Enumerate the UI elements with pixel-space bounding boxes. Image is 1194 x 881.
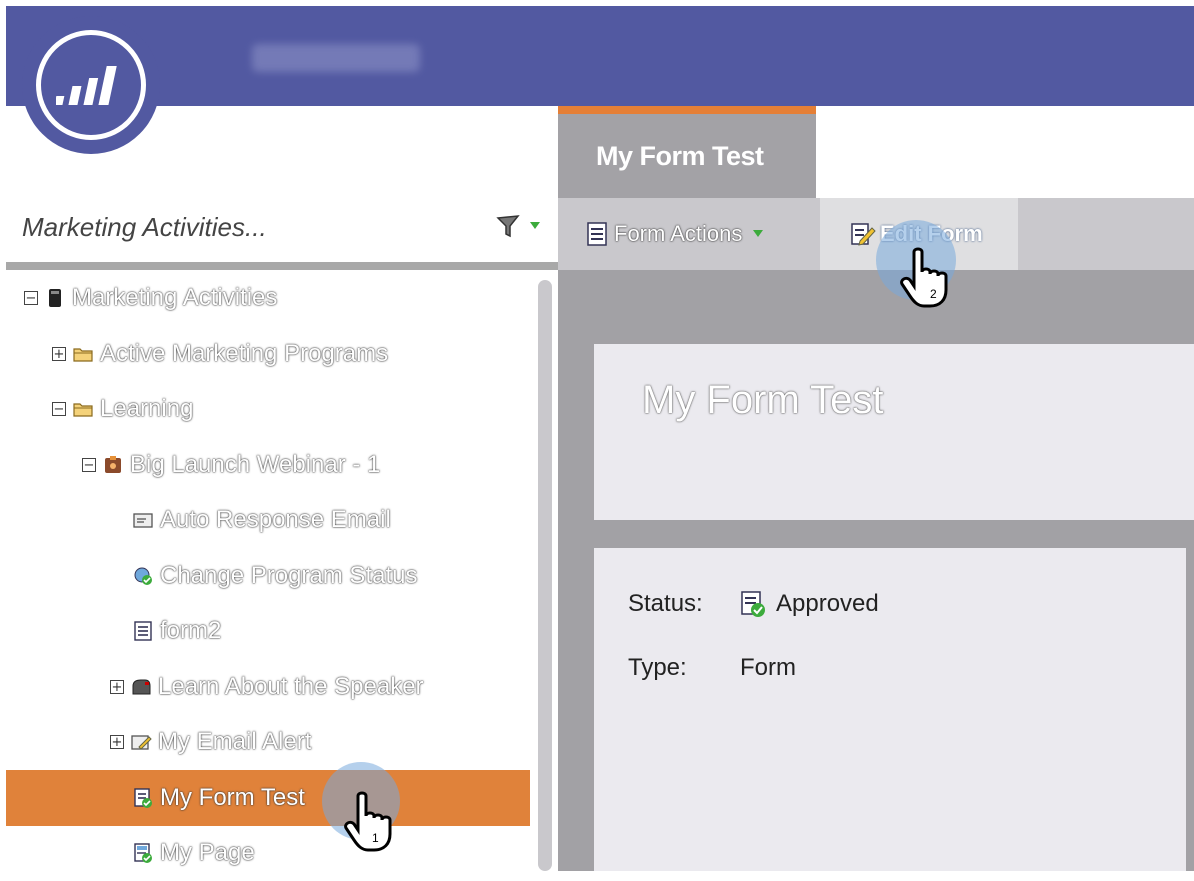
email-alert-icon [130,731,152,753]
tree-item[interactable]: − Marketing Activities [6,270,530,326]
tab-label: My Form Test [596,140,764,171]
tree-item[interactable]: − Big Launch Webinar - 1 [6,437,530,493]
folder-icon [72,343,94,365]
email-icon [132,509,154,531]
top-banner [6,6,1194,106]
form-icon [587,222,607,246]
tree-item[interactable]: My Page [6,825,530,881]
approved-form-icon [132,787,154,809]
logo-ring [36,30,146,140]
tree-item[interactable]: Auto Response Email [6,492,530,548]
hand-pointer-icon: 1 [344,791,392,852]
hand-pointer-icon: 2 [900,247,948,308]
tree-item-label: My Page [160,839,255,866]
tree-item-label: Change Program Status [160,561,418,589]
landing-page-icon [132,842,154,864]
page-title: My Form Test [642,378,884,422]
mailbox-icon [130,676,152,698]
activity-tree: − Marketing Activities + Active Marketing P… [6,270,536,871]
tree-item-label: Big Launch Webinar - 1 [130,450,381,478]
folder-icon [72,398,94,420]
form-actions-button[interactable]: Form Actions [586,198,768,270]
sidebar-title[interactable]: Marketing Activities... [22,212,267,243]
bar-chart-logo-icon [56,66,117,105]
collapse-toggle[interactable]: − [52,402,66,416]
funnel-icon [496,215,540,238]
approved-form-icon [741,591,765,617]
status-label: Status: [628,590,703,617]
expand-toggle[interactable]: + [52,346,66,361]
tree-item-label: My Form Test [160,783,305,811]
tree-item-label: Learn About the Speaker [158,672,424,700]
form-icon [132,620,154,642]
tree-item-label: form2 [160,617,222,644]
collapse-toggle[interactable]: − [82,457,96,472]
tree-item[interactable]: + Learn About the Speaker [6,659,530,715]
tree-item[interactable]: + My Email Alert [6,714,530,770]
collapse-toggle[interactable]: − [24,291,38,305]
database-icon [44,287,66,309]
marketo-logo[interactable] [22,16,160,154]
status-icon [132,565,154,587]
edit-form-icon [851,223,876,246]
sidebar-divider [6,262,558,270]
tree-item[interactable]: − Learning [6,381,530,437]
type-label: Type: [628,654,687,681]
tree-item-label: Marketing Activities [72,284,278,311]
form-actions-label: Form Actions [614,221,743,246]
tree-item[interactable]: My Form Test [6,769,530,826]
tree-item[interactable]: form2 [6,603,530,659]
chevron-down-icon [753,230,764,237]
tree-item-label: Auto Response Email [160,506,391,533]
cursor-step-1: 1 [372,831,379,845]
tree-item-label: Active Marketing Programs [100,339,389,367]
tab-my-form-test[interactable]: My Form Test [558,106,816,198]
expand-toggle[interactable]: + [110,735,124,749]
webinar-program-icon [102,454,124,476]
blurred-account-name [252,44,420,72]
title-card [594,344,1194,520]
tree-scrollbar-thumb[interactable] [538,280,552,871]
tree-item[interactable]: + Active Marketing Programs [6,326,530,382]
type-value: Form [740,654,796,681]
tree-item[interactable]: Change Program Status [6,548,530,604]
status-value: Approved [740,590,879,618]
tree-item-label: My Email Alert [158,728,312,755]
filter-menu[interactable] [496,212,544,247]
tree-item-label: Learning [100,395,194,422]
status-value-text: Approved [776,590,879,617]
cursor-step-2: 2 [930,287,937,301]
expand-toggle[interactable]: + [110,679,124,694]
